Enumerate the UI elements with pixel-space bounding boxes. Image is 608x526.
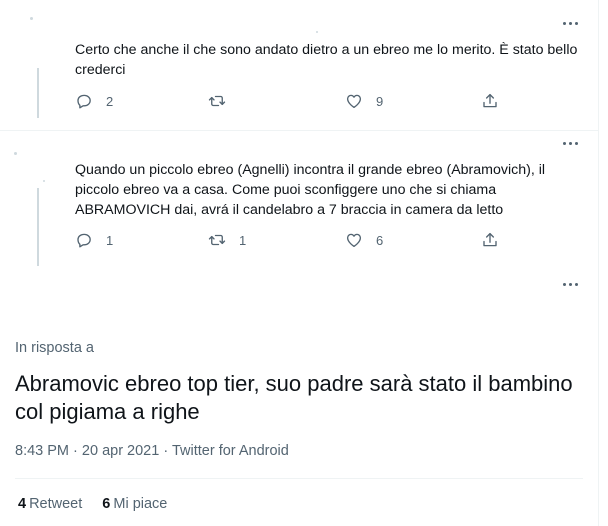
reply-icon — [77, 233, 91, 248]
thread-line — [37, 188, 39, 266]
likes-stat-link[interactable]: 6 Mi piace — [102, 496, 167, 512]
reply-to-handle-link[interactable] — [98, 350, 138, 352]
reply-to-label: In risposta a — [15, 340, 94, 356]
heart-icon — [346, 233, 362, 248]
more-icon — [563, 142, 566, 145]
divider — [15, 478, 583, 479]
share-icon — [483, 232, 497, 247]
retweet-button[interactable] — [208, 91, 239, 111]
like-count: 6 — [376, 232, 384, 248]
column-border — [598, 0, 599, 526]
share-button[interactable] — [481, 230, 499, 250]
avatar-placeholder-dot — [316, 31, 318, 33]
more-options-button[interactable] — [563, 142, 578, 145]
likes-count: 6 — [102, 496, 111, 512]
tweet-actions: 1 1 6 — [75, 230, 515, 250]
likes-label: Mi piace — [113, 496, 168, 512]
tweet-time-link[interactable]: 8:43 PM · 20 apr 2021 — [15, 443, 159, 459]
retweet-icon — [208, 234, 226, 246]
like-button[interactable]: 9 — [345, 91, 383, 111]
reply-count: 2 — [106, 93, 114, 109]
retweet-count: 1 — [239, 232, 247, 248]
divider — [0, 130, 598, 131]
retweets-count: 4 — [18, 496, 27, 512]
like-button[interactable]: 6 — [345, 230, 383, 250]
more-options-button[interactable] — [563, 22, 578, 25]
reply-button[interactable]: 2 — [75, 91, 113, 111]
tweet-source-link[interactable]: Twitter for Android — [172, 443, 289, 459]
tweet-metadata: 8:43 PM · 20 apr 2021 · Twitter for Andr… — [15, 443, 289, 459]
reply-to-line: In risposta a — [15, 340, 138, 356]
reply-icon — [77, 94, 91, 109]
retweets-stat-link[interactable]: 4 Retweet — [18, 496, 82, 512]
retweets-label: Retweet — [29, 496, 83, 512]
more-icon — [563, 283, 566, 286]
share-icon — [483, 93, 497, 108]
tweet-text: Certo che anche il che sono andato dietr… — [75, 42, 582, 78]
more-icon — [563, 22, 566, 25]
reply-button[interactable]: 1 — [75, 230, 113, 250]
reply-count: 1 — [106, 232, 114, 248]
retweet-button[interactable]: 1 — [208, 230, 246, 250]
thread-line — [37, 68, 39, 118]
more-options-button[interactable] — [563, 283, 578, 286]
tweet-actions: 2 9 — [75, 91, 515, 111]
share-button[interactable] — [481, 91, 499, 111]
heart-icon — [346, 94, 362, 109]
tweet-text: Quando un piccolo ebreo (Agnelli) incont… — [75, 162, 549, 218]
retweet-icon — [208, 95, 226, 107]
avatar-placeholder-dot — [43, 180, 45, 182]
tweet-stats: 4 Retweet 6 Mi piace — [18, 496, 167, 512]
meta-separator: · — [163, 443, 169, 459]
like-count: 9 — [376, 93, 384, 109]
main-tweet-text: Abramovic ebreo top tier, suo padre sarà… — [15, 371, 573, 424]
avatar-placeholder-dot — [14, 152, 17, 155]
avatar-placeholder-dot — [30, 17, 33, 20]
